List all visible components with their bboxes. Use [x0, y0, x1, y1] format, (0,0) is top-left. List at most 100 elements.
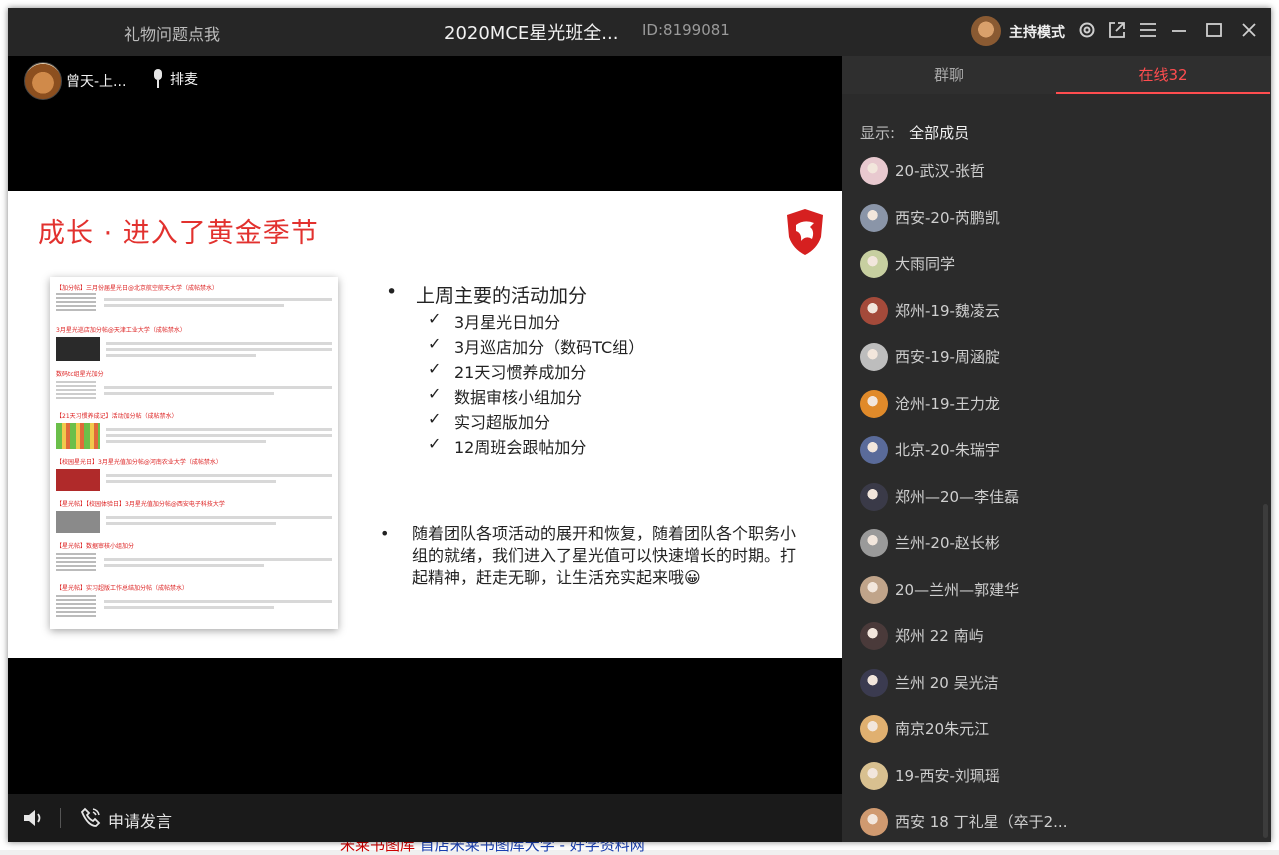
title-bar: 礼物问题点我 2020MCE星光班全... ID:8199081 主持模式 [8, 8, 1271, 56]
check-item-text: 实习超版加分 [454, 413, 551, 432]
check-icon: ✓ [428, 359, 442, 378]
member-item[interactable]: 沧州-19-王力龙 [860, 381, 1255, 428]
member-item[interactable]: 兰州 20 吴光洁 [860, 660, 1255, 707]
member-avatar [860, 529, 888, 557]
member-name: 西安 18 丁礼星（卒于2... [895, 813, 1068, 831]
tab-online-members[interactable]: 在线32 [1056, 56, 1270, 94]
thumb-post-title: 【21天习惯养成记】活动加分帖（成帖禁水） [56, 413, 178, 420]
member-item[interactable]: 20-武汉-张哲 [860, 148, 1255, 195]
close-icon[interactable] [1238, 20, 1260, 42]
forum-screenshot-thumbnail: 【加分帖】三月份届星光日@北京航空航天大学（成帖禁水） 3月星光巡店加分帖@天津… [50, 277, 338, 629]
presenter-avatar[interactable] [24, 62, 62, 100]
member-name: 郑州-19-魏凌云 [895, 301, 1000, 320]
check-item-text: 12周班会跟帖加分 [454, 438, 587, 457]
thumb-post: 【校园星光日】3月星光值加分帖@河南农业大学（成帖禁水） [56, 457, 332, 491]
member-item[interactable]: 郑州 22 南屿 [860, 613, 1255, 660]
menu-icon[interactable] [1137, 20, 1159, 42]
member-item[interactable]: 19-西安-刘珮瑶 [860, 753, 1255, 800]
member-item[interactable]: 西安-20-芮鹏凯 [860, 195, 1255, 242]
presentation-slide: 成长 · 进入了黄金季节 【加分帖】三月份届星光日@北京航空航天大学（成帖禁水）… [8, 191, 842, 658]
presenter-name: 曾天-上... [66, 74, 127, 90]
bullet-dot: • [380, 524, 390, 543]
member-avatar [860, 296, 888, 325]
member-name: 南京20朱元江 [895, 720, 990, 738]
check-icon: ✓ [428, 384, 442, 403]
member-item[interactable]: 西安-19-周涵腚 [860, 334, 1255, 381]
member-item[interactable]: 北京-20-朱瑞宇 [860, 427, 1255, 474]
host-mode-label[interactable]: 主持模式 [1009, 22, 1065, 42]
member-item[interactable]: 南京20朱元江 [860, 706, 1255, 753]
member-avatar [860, 715, 888, 743]
scrollbar-thumb[interactable] [1263, 504, 1268, 838]
stage-toolbar: 申请发言 [8, 794, 842, 842]
minimize-icon[interactable] [1168, 20, 1190, 42]
member-avatar [860, 203, 888, 232]
thumb-post-title: 数码tc组星光加分 [56, 371, 104, 378]
room-id: ID:8199081 [642, 21, 730, 39]
thumb-post: 【星光帖】数据审核小组加分 [56, 541, 332, 571]
host-avatar[interactable] [971, 16, 1001, 46]
member-item[interactable]: 20—兰州—郭建华 [860, 567, 1255, 614]
member-list: 20-武汉-张哲西安-20-芮鹏凯大雨同学郑州-19-魏凌云 西安-19-周涵腚沧… [860, 148, 1255, 846]
check-icon: ✓ [428, 334, 442, 353]
member-avatar [860, 761, 888, 790]
filter-value[interactable]: 全部成员 [909, 124, 969, 142]
member-avatar [860, 622, 888, 650]
member-name: 郑州—20—李佳磊 [895, 487, 1020, 506]
member-filter[interactable]: 显示: 全部成员 [860, 122, 969, 143]
sidebar-tabs: 群聊 在线32 [842, 56, 1271, 94]
thumb-post: 【21天习惯养成记】活动加分帖（成帖禁水） [56, 411, 332, 449]
member-item[interactable]: 郑州-19-魏凌云 [860, 288, 1255, 335]
second-bullet-text: 随着团队各项活动的展开和恢复，随着团队各个职务小组的就绪，我们进入了星光值可以快… [412, 524, 797, 587]
member-name: 20—兰州—郭建华 [895, 580, 1020, 599]
mic-queue-button[interactable]: 排麦 [152, 69, 198, 89]
member-name: 西安-19-周涵腚 [895, 348, 1000, 366]
member-avatar [860, 575, 888, 604]
member-avatar [860, 808, 888, 836]
member-item[interactable]: 西安 18 丁礼星（卒于2... [860, 799, 1255, 846]
thumb-post-title: 【星光帖】数据审核小组加分 [56, 543, 135, 550]
member-name: 郑州 22 南屿 [895, 627, 984, 645]
microphone-icon [152, 69, 164, 89]
gift-help-link[interactable]: 礼物问题点我 [124, 21, 220, 45]
room-title: 2020MCE星光班全... [444, 23, 619, 44]
member-avatar [860, 436, 888, 464]
member-name: 沧州-19-王力龙 [895, 394, 1000, 413]
check-icon: ✓ [428, 409, 442, 428]
speaker-icon[interactable] [22, 808, 46, 828]
thumb-post-title: 3月星光巡店加分帖@天津工业大学（成帖禁水） [56, 327, 186, 334]
member-name: 北京-20-朱瑞宇 [895, 441, 1000, 459]
settings-icon[interactable] [1076, 20, 1098, 42]
member-avatar [860, 482, 888, 511]
thumb-post-title: 【校园星光日】3月星光值加分帖@河南农业大学（成帖禁水） [56, 459, 222, 466]
thumb-post-title: 【星光帖】实习超版工作总结加分帖（成帖禁水） [56, 585, 189, 592]
check-item-text: 3月星光日加分 [454, 313, 561, 332]
member-list-scrollbar[interactable] [1262, 148, 1268, 838]
member-item[interactable]: 兰州-20-赵长彬 [860, 520, 1255, 567]
maximize-icon[interactable] [1203, 20, 1225, 42]
phone-icon[interactable] [80, 806, 102, 828]
member-name: 20-武汉-张哲 [895, 162, 985, 180]
member-sidebar: 群聊 在线32 显示: 全部成员 20-武汉-张哲西安-20-芮鹏凯大雨同学郑州-… [842, 56, 1271, 842]
thumb-post-title: 【星光帖】【校园体验日】3月星光值加分帖@西安电子科技大学 [56, 501, 225, 508]
member-name: 大雨同学 [895, 255, 956, 273]
check-icon: ✓ [428, 309, 442, 328]
member-name: 兰州 20 吴光洁 [895, 673, 999, 692]
thumb-post: 【星光帖】【校园体验日】3月星光值加分帖@西安电子科技大学 [56, 499, 332, 533]
tab-group-chat[interactable]: 群聊 [842, 56, 1056, 94]
thumb-post: 数码tc组星光加分 [56, 369, 332, 401]
check-icon: ✓ [428, 434, 442, 453]
video-stage: 曾天-上... 排麦 成长 · 进入了黄金季节 【加分帖】三月份届星光日@北京航… [8, 56, 842, 794]
member-name: 19-西安-刘珮瑶 [895, 766, 1000, 785]
member-avatar [860, 157, 888, 185]
slide-title: 成长 · 进入了黄金季节 [38, 218, 319, 249]
bullet-dot: • [386, 281, 398, 303]
apply-speak-button[interactable]: 申请发言 [108, 808, 172, 832]
check-item-text: 21天习惯养成加分 [454, 363, 587, 382]
member-item[interactable]: 大雨同学 [860, 241, 1255, 288]
filter-label: 显示: [860, 124, 896, 142]
member-item[interactable]: 郑州—20—李佳磊 [860, 474, 1255, 521]
main-bullet-text: 上周主要的活动加分 [416, 285, 588, 307]
thumb-post: 3月星光巡店加分帖@天津工业大学（成帖禁水） [56, 325, 332, 361]
popout-icon[interactable] [1106, 20, 1128, 42]
